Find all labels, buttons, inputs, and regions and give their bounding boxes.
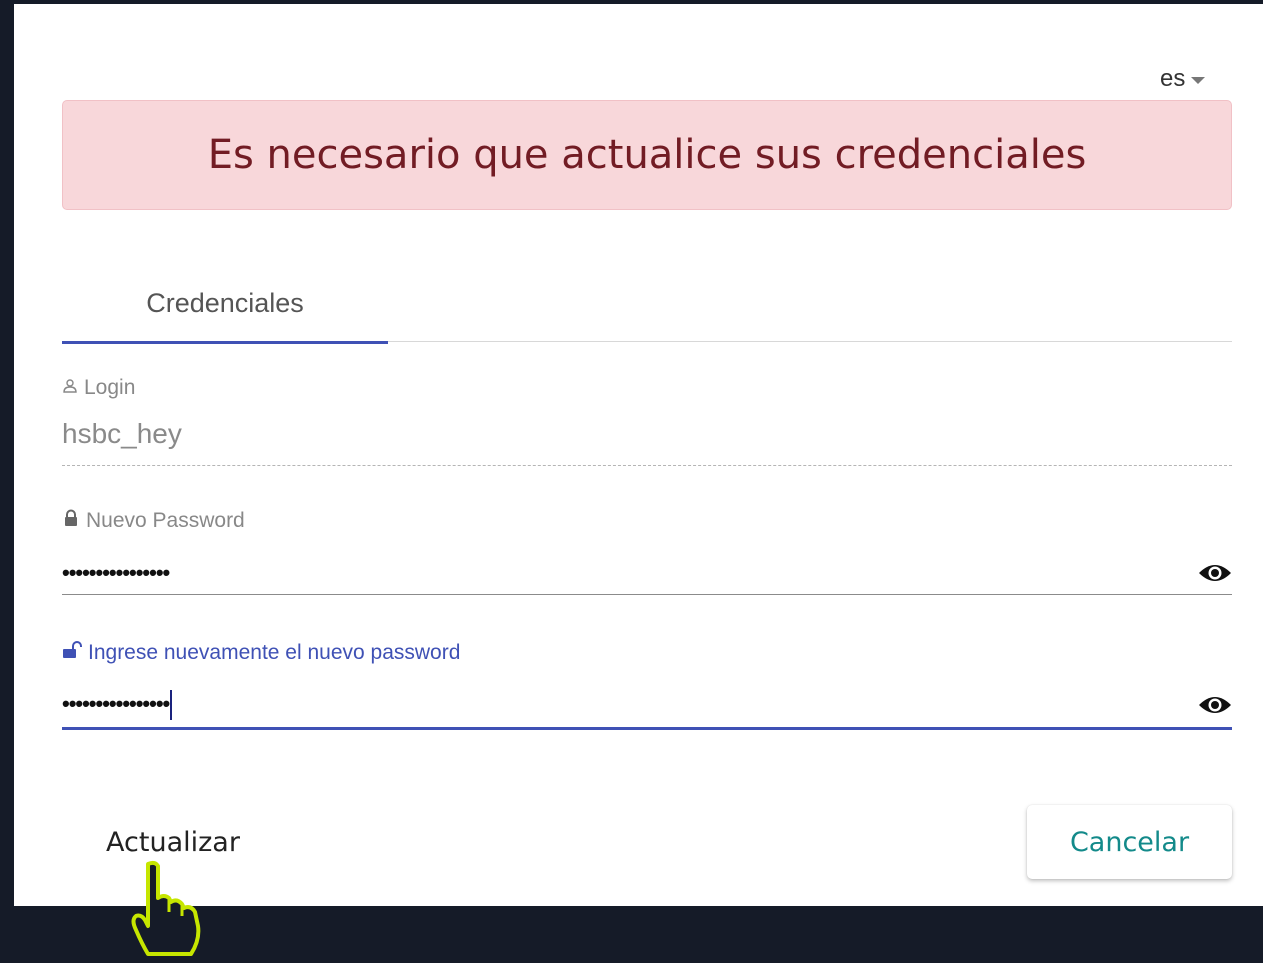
eye-icon[interactable] [1198,692,1232,718]
confirm-password-input[interactable]: •••••••••••••••• [62,683,1232,730]
tab-label: Credenciales [146,287,304,318]
credentials-card: es Es necesario que actualice sus creden… [14,4,1263,906]
user-icon [62,376,78,400]
alert-banner: Es necesario que actualice sus credencia… [62,100,1232,210]
eye-icon[interactable] [1198,560,1232,586]
login-input[interactable]: hsbc_hey [62,418,1232,466]
tab-bar: Credenciales [62,264,1232,344]
new-password-input[interactable]: •••••••••••••••• [62,551,1232,595]
confirm-password-label-text: Ingrese nuevamente el nuevo password [88,641,461,664]
login-label: Login [62,376,1232,400]
new-password-field: Nuevo Password •••••••••••••••• [62,509,1232,601]
language-selector[interactable]: es [1160,62,1250,96]
tab-active-indicator [62,341,388,344]
confirm-password-field: Ingrese nuevamente el nuevo password •••… [62,641,1232,737]
cancel-button-label: Cancelar [1069,826,1190,858]
chevron-down-icon [1191,76,1206,84]
language-value: es [1160,65,1186,92]
text-caret [170,690,173,720]
alert-message: Es necesario que actualice sus credencia… [207,132,1087,178]
cancel-button[interactable]: Cancelar [1027,805,1232,879]
login-value: hsbc_hey [62,418,182,449]
new-password-label-text: Nuevo Password [86,509,245,532]
login-label-text: Login [84,376,136,399]
lock-icon [62,509,80,533]
new-password-label: Nuevo Password [62,509,1232,533]
confirm-password-label: Ingrese nuevamente el nuevo password [62,641,1232,665]
confirm-password-dots: •••••••••••••••• [62,690,170,716]
new-password-value: •••••••••••••••• [62,559,170,585]
unlock-icon [62,641,82,665]
hand-pointer-icon [128,860,202,963]
update-button-label: Actualizar [106,826,240,858]
tab-credenciales[interactable]: Credenciales [62,264,388,344]
confirm-password-value: •••••••••••••••• [62,690,173,720]
login-field: Login hsbc_hey [62,376,1232,468]
